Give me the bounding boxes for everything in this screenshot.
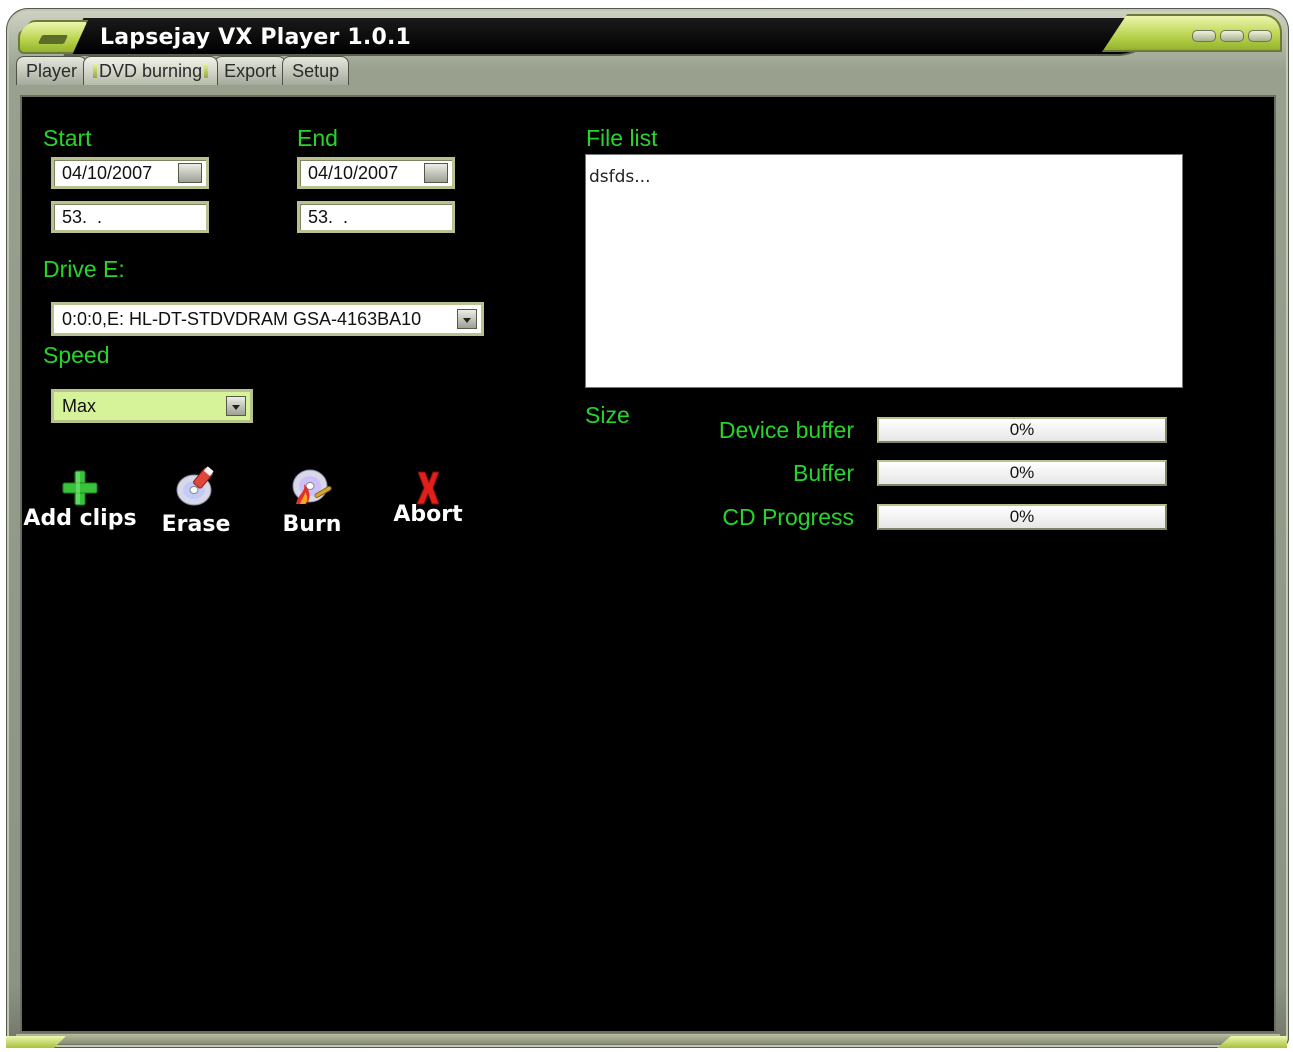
start-label: Start: [43, 125, 92, 151]
start-time-field[interactable]: 53. .: [51, 201, 209, 233]
buffer-progress: 0%: [877, 460, 1167, 486]
abort-button[interactable]: Abort: [368, 468, 488, 527]
tab-setup[interactable]: Setup: [282, 56, 350, 85]
device-buffer-progress: 0%: [877, 417, 1167, 443]
end-date-field[interactable]: 04/10/2007: [297, 157, 455, 189]
start-time-value: 53. .: [62, 207, 103, 227]
end-time-value: 53. .: [308, 207, 349, 227]
end-time-field[interactable]: 53. .: [297, 201, 455, 233]
chevron-down-icon[interactable]: [457, 309, 477, 329]
disc-eraser-icon: [176, 466, 214, 506]
start-date-value: 04/10/2007: [62, 163, 153, 183]
drive-select-value: 0:0:0,E: HL-DT-STDVDRAM GSA-4163BA10: [62, 309, 422, 329]
progress-text: 0%: [1009, 507, 1035, 526]
erase-button[interactable]: Erase: [136, 464, 256, 537]
window-title: Lapsejay VX Player 1.0.1: [100, 25, 412, 50]
cd-progress-label: CD Progress: [722, 504, 854, 530]
end-date-value: 04/10/2007: [308, 163, 399, 183]
erase-label: Erase: [161, 512, 231, 537]
cd-progress: 0%: [877, 504, 1167, 530]
start-date-field[interactable]: 04/10/2007: [51, 157, 209, 189]
tab-label: DVD burning: [99, 61, 203, 81]
window-bottom-frame: [16, 1034, 1280, 1044]
tab-active-marker: [93, 64, 98, 78]
file-list-label: File list: [586, 125, 658, 151]
disc-burn-icon: [292, 469, 332, 504]
tab-export[interactable]: Export: [214, 56, 287, 85]
minimize-button[interactable]: [1192, 30, 1216, 42]
tab-label: Player: [26, 61, 78, 81]
tab-dvd-burning[interactable]: DVD burning: [83, 56, 219, 85]
drive-select[interactable]: 0:0:0,E: HL-DT-STDVDRAM GSA-4163BA10: [51, 302, 484, 336]
tab-label: Export: [224, 61, 277, 81]
title-bar[interactable]: Lapsejay VX Player 1.0.1: [14, 12, 1282, 60]
end-date-picker-button[interactable]: [424, 163, 448, 183]
close-button[interactable]: [1248, 30, 1272, 42]
buffer-label: Buffer: [793, 460, 854, 486]
speed-select[interactable]: Max: [51, 389, 253, 423]
tab-active-marker: [204, 64, 209, 78]
progress-text: 0%: [1009, 420, 1035, 439]
end-label: End: [297, 125, 338, 151]
tab-label: Setup: [292, 61, 340, 81]
device-buffer-label: Device buffer: [718, 417, 854, 443]
start-date-picker-button[interactable]: [178, 163, 202, 183]
add-clips-label: Add clips: [23, 506, 137, 531]
burn-button[interactable]: Burn: [252, 464, 372, 537]
burn-label: Burn: [282, 512, 342, 537]
add-clips-button[interactable]: Add clips: [20, 468, 140, 531]
tab-bar: Player DVD burning Export Setup: [16, 56, 350, 86]
speed-select-value: Max: [62, 396, 97, 416]
chevron-down-icon[interactable]: [226, 396, 246, 416]
drive-label: Drive E:: [43, 256, 125, 282]
window-controls: [1192, 30, 1272, 42]
abort-label: Abort: [393, 502, 463, 527]
maximize-button[interactable]: [1220, 30, 1244, 42]
progress-text: 0%: [1009, 463, 1035, 482]
file-list[interactable]: dsfds...: [585, 154, 1183, 388]
list-item[interactable]: dsfds...: [589, 167, 1182, 187]
speed-label: Speed: [43, 342, 110, 368]
plus-icon: [62, 470, 98, 506]
tab-player[interactable]: Player: [16, 56, 88, 85]
